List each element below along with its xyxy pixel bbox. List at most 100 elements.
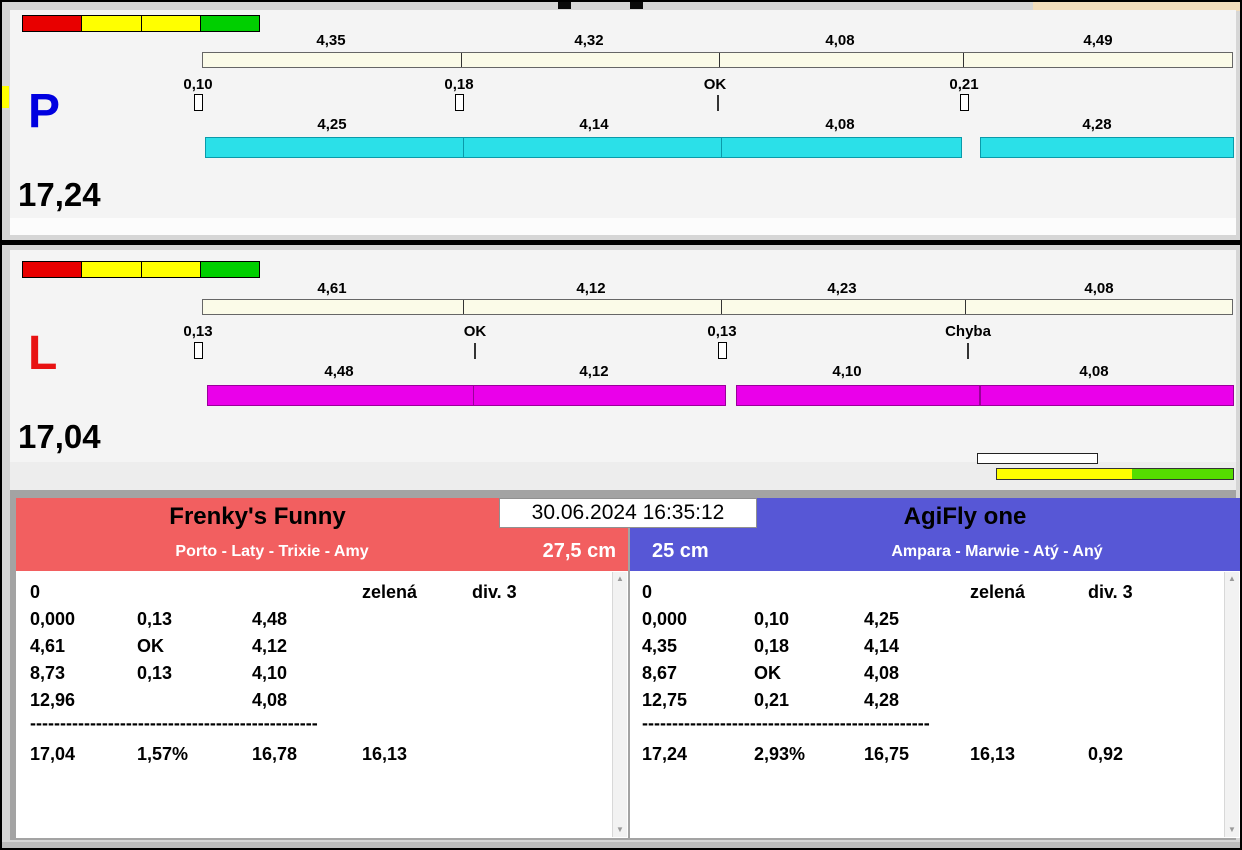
traffic-yellow-segment bbox=[82, 262, 142, 277]
upper-split-label: 4,08 bbox=[825, 32, 855, 49]
result-cell: 8,73 bbox=[30, 663, 66, 683]
lower-split-label: 4,10 bbox=[832, 363, 862, 380]
total-cell: 16,78 bbox=[252, 744, 298, 764]
traffic-light-indicator bbox=[22, 261, 260, 278]
upper-split-label: 4,32 bbox=[574, 32, 604, 49]
traffic-green-segment bbox=[200, 16, 259, 31]
changeover-marker bbox=[455, 94, 464, 111]
card-cell: zelená bbox=[970, 582, 1026, 602]
top-edge-mark bbox=[630, 2, 643, 9]
bar-divider bbox=[965, 300, 966, 314]
upper-split-label: 4,61 bbox=[317, 280, 347, 297]
changeover-marker bbox=[194, 94, 203, 111]
result-cell: 12,96 bbox=[30, 690, 76, 710]
changeover-label: Chyba bbox=[945, 323, 991, 340]
changeover-label: 0,13 bbox=[183, 323, 213, 340]
changeover-tick bbox=[717, 95, 719, 111]
lower-split-label: 4,14 bbox=[579, 116, 609, 133]
progress-green-segment bbox=[1132, 469, 1233, 479]
separator-row: ----------------------------------------… bbox=[642, 713, 930, 733]
vertical-scrollbar[interactable]: ▲ ▼ bbox=[612, 572, 627, 837]
changeover-label: OK bbox=[703, 76, 727, 93]
bar-divider bbox=[721, 300, 722, 314]
lower-split-label: 4,28 bbox=[1082, 116, 1112, 133]
result-cell: 4,08 bbox=[252, 690, 288, 710]
total-cell: 17,04 bbox=[30, 744, 76, 764]
team-jump-height: 27,5 cm bbox=[542, 540, 616, 562]
bar-divider bbox=[463, 300, 464, 314]
result-cell: 4,14 bbox=[864, 636, 900, 656]
team-name: AgiFly one bbox=[903, 503, 1027, 530]
separator-row: ----------------------------------------… bbox=[30, 713, 318, 733]
traffic-green-segment bbox=[200, 262, 259, 277]
changeover-tick bbox=[967, 343, 969, 359]
result-cell: 0,10 bbox=[754, 609, 790, 629]
total-cell: 16,13 bbox=[362, 744, 408, 764]
result-cell: 4,61 bbox=[30, 636, 66, 656]
team-dogs: Porto - Laty - Trixie - Amy bbox=[175, 543, 369, 560]
lane-letter: L bbox=[28, 327, 58, 380]
changeover-tick bbox=[474, 343, 476, 359]
progress-yellow-segment bbox=[997, 469, 1132, 479]
upper-split-bar bbox=[202, 299, 1233, 315]
bar-divider bbox=[719, 53, 720, 67]
changeover-label: OK bbox=[463, 323, 487, 340]
result-cell: 0,000 bbox=[642, 609, 688, 629]
scroll-up-icon[interactable]: ▲ bbox=[613, 572, 627, 586]
traffic-red-segment bbox=[23, 262, 83, 277]
total-cell: 17,24 bbox=[642, 744, 688, 764]
changeover-marker bbox=[194, 342, 203, 359]
lower-split-label: 4,08 bbox=[825, 116, 855, 133]
split-bar-segment bbox=[736, 385, 980, 406]
run-number-cell: 0 bbox=[642, 582, 653, 602]
split-bar-segment bbox=[980, 137, 1234, 158]
changeover-label: 0,13 bbox=[707, 323, 737, 340]
split-bar-segment bbox=[463, 137, 722, 158]
lane-footer-strip bbox=[10, 218, 1236, 235]
lane-divider bbox=[2, 240, 1240, 245]
split-bar-segment bbox=[980, 385, 1234, 406]
results-frame: Frenky's Funny Porto - Laty - Trixie - A… bbox=[10, 490, 1240, 840]
result-cell: 0,21 bbox=[754, 690, 790, 710]
result-cell: OK bbox=[137, 636, 164, 656]
lower-split-label: 4,48 bbox=[324, 363, 354, 380]
lane-total-time: 17,04 bbox=[18, 418, 101, 455]
result-cell: 4,08 bbox=[864, 663, 900, 683]
traffic-yellow-segment bbox=[141, 262, 201, 277]
result-cell: 4,12 bbox=[252, 636, 288, 656]
lane-total-time: 17,24 bbox=[18, 176, 101, 213]
traffic-yellow-segment bbox=[141, 16, 201, 31]
total-cell: 2,93% bbox=[754, 744, 806, 764]
team-panel-left: Frenky's Funny Porto - Laty - Trixie - A… bbox=[16, 498, 628, 838]
card-cell: zelená bbox=[362, 582, 418, 602]
split-bar-segment bbox=[205, 137, 464, 158]
total-cell: 16,75 bbox=[864, 744, 910, 764]
scroll-up-icon[interactable]: ▲ bbox=[1225, 572, 1239, 586]
result-cell: 4,28 bbox=[864, 690, 900, 710]
run-number-cell: 0 bbox=[30, 582, 41, 602]
top-edge-mark bbox=[558, 2, 571, 9]
scroll-down-icon[interactable]: ▼ bbox=[1225, 823, 1239, 837]
scroll-down-icon[interactable]: ▼ bbox=[613, 823, 627, 837]
team-dogs: Ampara - Marwie - Atý - Aný bbox=[891, 543, 1103, 560]
lower-split-label: 4,08 bbox=[1079, 363, 1109, 380]
vertical-scrollbar[interactable]: ▲ ▼ bbox=[1224, 572, 1239, 837]
team-panel-right: AgiFly one Ampara - Marwie - Atý - Aný 2… bbox=[630, 498, 1240, 838]
result-cell: OK bbox=[754, 663, 781, 683]
split-bar-segment bbox=[207, 385, 474, 406]
result-cell: 12,75 bbox=[642, 690, 688, 710]
result-cell: 0,000 bbox=[30, 609, 76, 629]
total-cell: 16,13 bbox=[970, 744, 1016, 764]
total-cell: 0,92 bbox=[1088, 744, 1124, 764]
team-jump-height: 25 cm bbox=[652, 540, 709, 562]
bar-divider bbox=[963, 53, 964, 67]
split-bar-segment bbox=[473, 385, 726, 406]
upper-split-label: 4,49 bbox=[1083, 32, 1113, 49]
lower-split-label: 4,25 bbox=[317, 116, 347, 133]
upper-split-label: 4,23 bbox=[827, 280, 857, 297]
split-bar-segment bbox=[721, 137, 962, 158]
result-cell: 4,10 bbox=[252, 663, 288, 683]
lower-split-label: 4,12 bbox=[579, 363, 609, 380]
traffic-yellow-segment bbox=[82, 16, 142, 31]
division-cell: div. 3 bbox=[472, 582, 517, 602]
